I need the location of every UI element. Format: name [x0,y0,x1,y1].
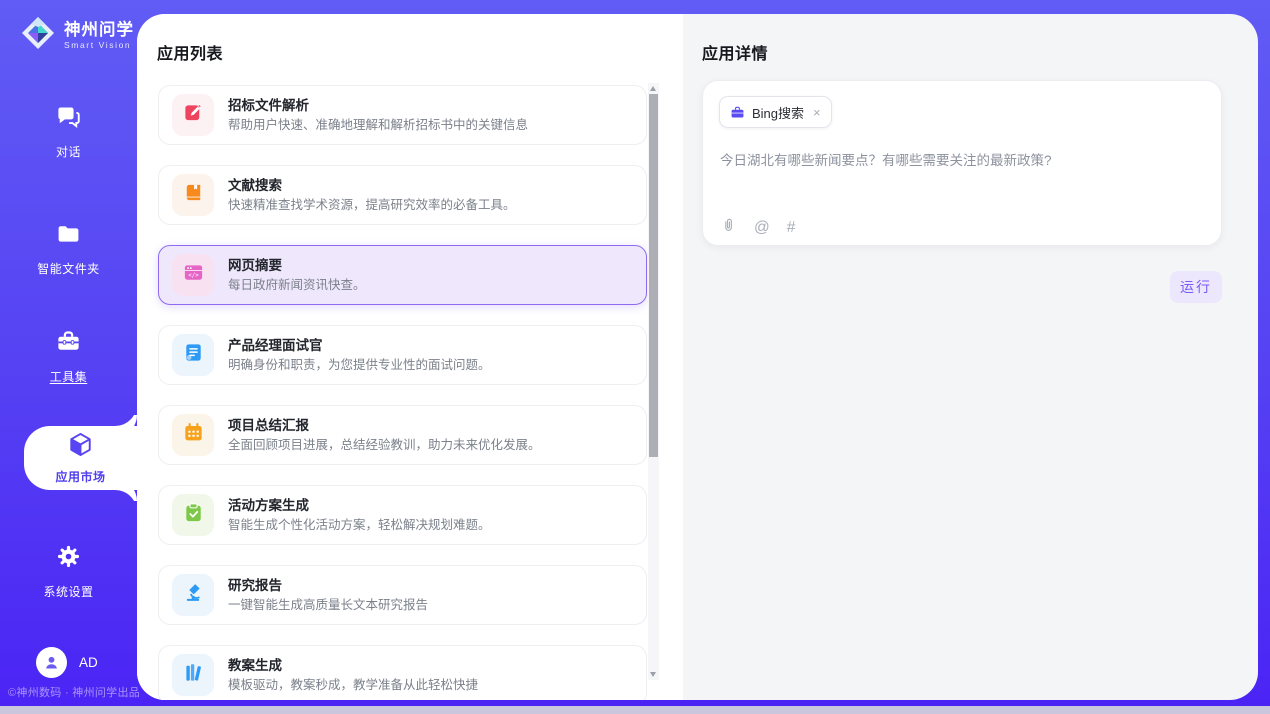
app-list-panel: 应用列表 招标文件解析帮助用户快速、准确地理解和解析招标书中的关键信息 文献搜索… [137,14,683,700]
sidebar-item-3[interactable]: 工具集 [0,328,137,385]
app-window: 神州问学 Smart Vision 对话 智能文件夹 工具集 应用市场 系统设置 [0,0,1270,706]
app-detail-title: 应用详情 [702,40,768,64]
app-card[interactable]: 招标文件解析帮助用户快速、准确地理解和解析招标书中的关键信息 [158,85,647,145]
app-card-desc: 每日政府新闻资讯快查。 [228,279,366,292]
hashtag-icon[interactable]: # [787,220,796,236]
app-card[interactable]: 教案生成模板驱动，教案秒成，教学准备从此轻松快捷 [158,645,647,700]
run-button[interactable]: 运行 [1170,271,1222,303]
app-list-title: 应用列表 [157,40,223,64]
app-card-desc: 全面回顾项目进展，总结经验教训，助力未来优化发展。 [228,439,541,452]
brand-name: 神州问学 [64,21,134,39]
app-card-title: 产品经理面试官 [228,339,491,353]
app-tile: </> [172,254,214,296]
tool-chip-label: Bing搜索 [752,103,804,122]
sidebar-item-label: 应用市场 [55,468,105,485]
sidebar-item-2[interactable]: 智能文件夹 [0,220,137,277]
scrollbar-thumb[interactable] [649,94,658,457]
doc-edit-icon [182,101,205,129]
app-detail-panel: 应用详情 Bing搜索 × 今日湖北有哪些新闻要点？有哪些需要关注的最新政策? [683,14,1258,700]
app-card-title: 文献搜索 [228,179,516,193]
app-card-desc: 快速精准查找学术资源，提高研究效率的必备工具。 [228,199,516,212]
chat-icon [55,103,82,135]
app-card-title: 招标文件解析 [228,99,528,113]
app-card-desc: 帮助用户快速、准确地理解和解析招标书中的关键信息 [228,119,528,132]
calendar-icon [182,421,205,449]
svg-text:</>: </> [188,273,199,279]
book-icon [182,181,205,209]
sidebar: 神州问学 Smart Vision 对话 智能文件夹 工具集 应用市场 系统设置 [0,0,137,706]
app-card[interactable]: 研究报告一键智能生成高质量长文本研究报告 [158,565,647,625]
scrollbar-up-icon[interactable] [650,86,656,91]
app-card-desc: 明确身份和职责，为您提供专业性的面试问题。 [228,359,491,372]
sidebar-item-label: 智能文件夹 [37,260,100,277]
brand-logo: 神州问学 Smart Vision [18,13,134,58]
mention-icon[interactable]: @ [754,220,770,236]
app-card-title: 教案生成 [228,659,478,673]
person-icon [42,653,61,672]
scrollbar-down-icon[interactable] [650,672,656,677]
chip-close-icon[interactable]: × [813,106,821,119]
user-account[interactable]: AD [36,647,98,678]
app-card-list: 招标文件解析帮助用户快速、准确地理解和解析招标书中的关键信息 文献搜索快速精准查… [158,85,647,700]
app-tile [172,574,214,616]
sidebar-item-1[interactable]: 对话 [0,103,137,160]
app-card-desc: 智能生成个性化活动方案，轻松解决规划难题。 [228,519,491,532]
prompt-editor-card: Bing搜索 × 今日湖北有哪些新闻要点？有哪些需要关注的最新政策? @ # [702,80,1222,246]
microscope-icon [182,581,205,609]
sidebar-item-label: 系统设置 [43,583,93,600]
app-card-title: 项目总结汇报 [228,419,541,433]
app-card[interactable]: 活动方案生成智能生成个性化活动方案，轻松解决规划难题。 [158,485,647,545]
app-card[interactable]: 文献搜索快速精准查找学术资源，提高研究效率的必备工具。 [158,165,647,225]
briefcase-icon [730,105,745,120]
sidebar-footer: ©神州数码 · 神州问学出品 [8,684,140,700]
tool-chip-bing-search[interactable]: Bing搜索 × [719,96,832,128]
app-card-desc: 一键智能生成高质量长文本研究报告 [228,599,428,612]
list-scrollbar[interactable] [648,83,659,680]
sidebar-item-label: 工具集 [50,368,88,385]
books-icon [182,661,205,689]
app-card-desc: 模板驱动，教案秒成，教学准备从此轻松快捷 [228,679,478,692]
app-card-title: 网页摘要 [228,259,366,273]
folder-icon [55,220,82,252]
app-card[interactable]: 项目总结汇报全面回顾项目进展，总结经验教训，助力未来优化发展。 [158,405,647,465]
diamond-logo-icon [18,13,58,58]
app-tile [172,174,214,216]
app-tile [172,414,214,456]
app-card[interactable]: 产品经理面试官明确身份和职责，为您提供专业性的面试问题。 [158,325,647,385]
brand-subtitle: Smart Vision [64,40,134,50]
gear-icon [55,543,82,575]
content-shell: 应用列表 招标文件解析帮助用户快速、准确地理解和解析招标书中的关键信息 文献搜索… [137,14,1258,700]
avatar [36,647,67,678]
browser-code-icon: </> [182,261,205,289]
app-card-title: 活动方案生成 [228,499,491,513]
app-card-title: 研究报告 [228,579,428,593]
app-tile [172,494,214,536]
sidebar-item-4[interactable]: 应用市场 [24,426,137,490]
sidebar-item-5[interactable]: 系统设置 [0,543,137,600]
editor-toolbar: @ # [720,217,795,239]
cube-icon [67,431,94,463]
app-tile [172,94,214,136]
sidebar-item-label: 对话 [56,143,81,160]
clipboard-check-icon [182,501,205,529]
toolbox-icon [55,328,82,360]
app-tile [172,334,214,376]
question-input[interactable]: 今日湖北有哪些新闻要点？有哪些需要关注的最新政策? [720,151,1205,171]
user-name: AD [79,655,98,670]
paperclip-icon[interactable] [720,217,737,239]
app-card[interactable]: </> 网页摘要每日政府新闻资讯快查。 [158,245,647,305]
resume-icon [182,341,205,369]
app-tile [172,654,214,696]
